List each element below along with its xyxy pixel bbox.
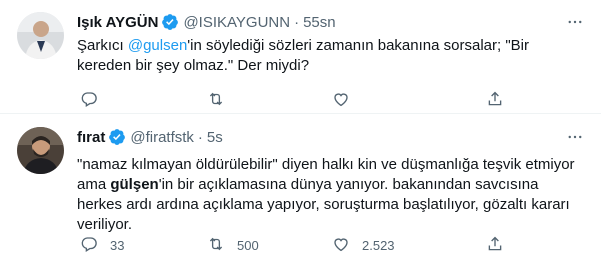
author-handle[interactable]: @firatfstk [130, 129, 194, 146]
like-icon [332, 90, 350, 111]
tweet-text: "namaz kılmayan öldürülebilir" diyen hal… [77, 155, 585, 235]
retweet-count: 500 [237, 237, 259, 253]
timeline: Işık AYGÜN @ISIKAYGUNN · 55sn Şarkıcı @g… [0, 0, 601, 256]
reply-button[interactable]: 33 [80, 235, 124, 256]
more-icon[interactable] [565, 12, 585, 32]
more-icon[interactable] [565, 127, 585, 147]
author-name[interactable]: fırat [77, 129, 105, 146]
author-handle[interactable]: @ISIKAYGUNN [183, 14, 290, 31]
tweet-header: fırat @firatfstk · 5s [77, 127, 585, 147]
tweet-header: Işık AYGÜN @ISIKAYGUNN · 55sn [77, 12, 585, 32]
retweet-button[interactable] [207, 90, 237, 111]
tweet-content: fırat @firatfstk · 5s "namaz kılmayan öl… [77, 127, 585, 253]
share-button[interactable] [486, 235, 504, 256]
reply-icon [80, 90, 98, 111]
reply-button[interactable] [80, 90, 110, 111]
retweet-icon [207, 235, 225, 256]
tweet-content: Işık AYGÜN @ISIKAYGUNN · 55sn Şarkıcı @g… [77, 12, 585, 107]
tweet-text: Şarkıcı @gulsen'in söylediği sözleri zam… [77, 36, 585, 76]
timestamp[interactable]: 55sn [303, 14, 336, 31]
like-button[interactable]: 2.523 [332, 235, 395, 256]
share-icon [486, 90, 504, 111]
tweet[interactable]: fırat @firatfstk · 5s "namaz kılmayan öl… [0, 115, 601, 256]
timestamp[interactable]: 5s [207, 129, 223, 146]
reply-icon [80, 235, 98, 256]
verified-badge-icon [108, 128, 126, 146]
tweet[interactable]: Işık AYGÜN @ISIKAYGUNN · 55sn Şarkıcı @g… [0, 0, 601, 114]
mention-link[interactable]: @gulsen [128, 37, 187, 54]
retweet-icon [207, 90, 225, 111]
retweet-button[interactable]: 500 [207, 235, 259, 256]
avatar[interactable] [17, 127, 64, 174]
tweet-text-part: Şarkıcı [77, 37, 128, 54]
share-icon [486, 235, 504, 256]
like-button[interactable] [332, 90, 362, 111]
like-icon [332, 235, 350, 256]
avatar[interactable] [17, 12, 64, 59]
separator: · [294, 13, 300, 31]
verified-badge-icon [161, 13, 179, 31]
share-button[interactable] [486, 90, 504, 111]
reply-count: 33 [110, 237, 125, 253]
separator: · [197, 128, 203, 146]
highlighted-term: gülşen [110, 176, 159, 193]
like-count: 2.523 [362, 237, 395, 253]
author-name[interactable]: Işık AYGÜN [77, 14, 158, 31]
